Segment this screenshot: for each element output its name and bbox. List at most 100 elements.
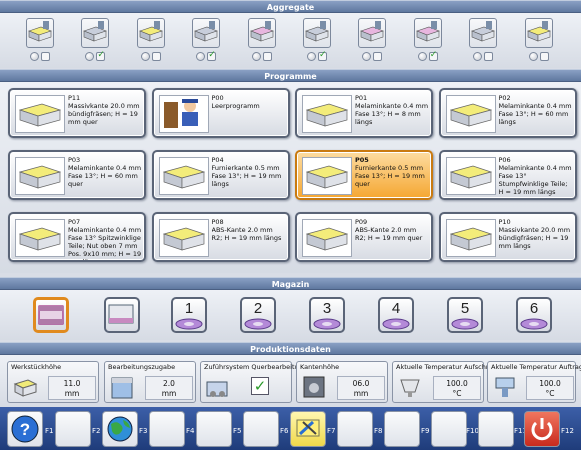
- aggregate-checkbox-6[interactable]: [318, 50, 327, 61]
- program-code: P05: [355, 156, 369, 164]
- aggregate-checkbox-3[interactable]: [151, 52, 161, 61]
- program-card-p06[interactable]: P06 Melaminkante 0.4 mm Fase 13° Stumpfwi…: [438, 150, 577, 200]
- program-card-p11[interactable]: P11 Massivkante 20.0 mm bündigfräsen; H =…: [8, 88, 146, 138]
- aggregate-checkbox-7[interactable]: [373, 52, 383, 61]
- aggregate-checkbox-10[interactable]: [539, 52, 549, 61]
- f8-button[interactable]: [337, 411, 373, 447]
- aggregate-tile-7[interactable]: [358, 18, 387, 48]
- program-code: P04: [211, 156, 224, 164]
- aggregate-checkbox-4[interactable]: [207, 50, 217, 61]
- program-card-p05[interactable]: P05 Furnierkante 0.5 mm Fase 13°; H = 19 …: [295, 150, 433, 200]
- globe-button[interactable]: [102, 411, 138, 447]
- program-card-p04[interactable]: P04 Furnierkante 0.5 mm Fase 13°; H = 19 …: [151, 150, 290, 200]
- tools-button[interactable]: [290, 411, 326, 447]
- program-image: [445, 157, 496, 195]
- workpiece-icon: [162, 165, 205, 189]
- aggregate-tile-10[interactable]: [524, 18, 553, 48]
- aggregate-tile-4[interactable]: [192, 18, 221, 48]
- glue-applicator-icon: [495, 377, 515, 397]
- aggregate-checkbox-5[interactable]: [262, 52, 272, 61]
- program-description: ABS-Kante 2.0 mm R2; H = 19 mm längs: [211, 226, 282, 242]
- program-text: P02 Melaminkante 0.4 mm Fase 13°; H = 60 …: [499, 94, 573, 136]
- program-card-p09[interactable]: P09 ABS-Kante 2.0 mm R2; H = 19 mm quer: [295, 212, 433, 262]
- aggregate-radio-1[interactable]: [30, 52, 39, 61]
- magazin-slot-edge[interactable]: [104, 297, 140, 333]
- program-description: Massivkante 20.0 mm bündigfräsen; H = 19…: [498, 226, 571, 250]
- magazin-roll-3[interactable]: 3: [309, 297, 345, 333]
- f6-button[interactable]: [243, 411, 279, 447]
- aggregate-radio-6[interactable]: [307, 52, 316, 61]
- f2-button[interactable]: [55, 411, 91, 447]
- werkstueckhoehe-value: 11.0: [63, 379, 81, 388]
- aggregate-radio-3[interactable]: [140, 52, 150, 61]
- program-text: P09 ABS-Kante 2.0 mm R2; H = 19 mm quer: [355, 218, 429, 260]
- werkstueckhoehe-panel: Werkstückhöhe 11.0 mm: [7, 361, 99, 403]
- aggregate-icon: [83, 21, 108, 42]
- werkstueckhoehe-field[interactable]: 11.0 mm: [48, 376, 96, 400]
- magazin-roll-2[interactable]: 2: [240, 297, 276, 333]
- zufuehrsystem-checkbox[interactable]: ✓: [251, 377, 269, 395]
- program-card-p03[interactable]: P03 Melaminkante 0.4 mm Fase 13°; H = 60 …: [8, 150, 146, 200]
- aggregate-tile-1[interactable]: [26, 18, 54, 48]
- aggregate-checkbox-2[interactable]: [96, 50, 106, 61]
- worker-icon: [163, 99, 198, 128]
- magazin-roll-5[interactable]: 5: [447, 297, 483, 333]
- f12-label: F12: [561, 427, 574, 435]
- f10-label: F10: [466, 427, 479, 435]
- programme-header: Programme: [0, 69, 581, 82]
- feed-system-icon: [206, 381, 228, 397]
- kantenhoehe-unit: mm: [353, 389, 369, 398]
- help-button[interactable]: ?: [7, 411, 43, 447]
- f5-button[interactable]: [196, 411, 232, 447]
- magazin-roll-6[interactable]: 6: [516, 297, 552, 333]
- program-card-p08[interactable]: P08 ABS-Kante 2.0 mm R2; H = 19 mm längs: [151, 212, 290, 262]
- aggregate-tile-2[interactable]: [81, 18, 110, 48]
- aggregate-icon: [305, 21, 329, 42]
- workpiece-icon: [18, 227, 62, 251]
- aggregate-checkbox-8[interactable]: [428, 50, 438, 61]
- program-description: Melaminkante 0.4 mm Fase 13° Stumpfwinkl…: [498, 164, 572, 196]
- program-card-p02[interactable]: P02 Melaminkante 0.4 mm Fase 13°; H = 60 …: [438, 88, 577, 138]
- program-card-p01[interactable]: P01 Melaminkante 0.4 mm Fase 13°; H = 8 m…: [295, 88, 433, 138]
- magazin-slot-selected[interactable]: [33, 297, 69, 333]
- aggregate-checkbox-9[interactable]: [484, 52, 494, 61]
- program-card-p07[interactable]: P07 Melaminkante 0.4 mm Fase 13° Spitzwin…: [8, 212, 146, 262]
- aggregate-radio-8[interactable]: [417, 52, 427, 61]
- aggregate-tile-6[interactable]: [303, 18, 331, 48]
- program-description: Massivkante 20.0 mm bündigfräsen; H = 19…: [68, 102, 140, 126]
- roll-number: 6: [529, 300, 539, 317]
- program-code: P11: [68, 94, 81, 102]
- f4-button[interactable]: [149, 411, 185, 447]
- kantenhoehe-field[interactable]: 06.0 mm: [337, 376, 385, 400]
- f11-button[interactable]: [478, 411, 514, 447]
- workpiece-icon: [305, 103, 349, 127]
- aggregate-radio-5[interactable]: [251, 52, 261, 61]
- program-image: [158, 219, 209, 257]
- power-button[interactable]: [524, 411, 560, 447]
- program-card-p00[interactable]: P00 Leerprogramm: [151, 88, 290, 138]
- edge-strip-icon: [38, 305, 64, 325]
- program-text: P06 Melaminkante 0.4 mm Fase 13° Stumpfwi…: [499, 156, 573, 198]
- f9-button[interactable]: [384, 411, 420, 447]
- aggregate-checkbox-1[interactable]: [41, 52, 50, 61]
- program-description: Melaminkante 0.4 mm Fase 13° Spitzwinkli…: [68, 226, 142, 260]
- aggregate-radio-10[interactable]: [528, 52, 538, 61]
- program-code: P08: [211, 218, 224, 226]
- aggregate-icon: [471, 21, 496, 42]
- magazin-roll-1[interactable]: 1: [171, 297, 207, 333]
- f5-label: F5: [233, 427, 242, 435]
- program-description: Melaminkante 0.4 mm Fase 13°; H = 60 mm …: [68, 164, 142, 188]
- help-icon: ?: [11, 415, 39, 443]
- magazin-header: Magazin: [0, 277, 581, 290]
- bearbeitungszugabe-field[interactable]: 2.0 mm: [145, 376, 193, 400]
- f9-label: F9: [421, 427, 430, 435]
- aggregate-tile-9[interactable]: [469, 18, 498, 48]
- aggregate-tile-5[interactable]: [247, 18, 276, 48]
- aggregate-tile-8[interactable]: [413, 18, 442, 48]
- f10-button[interactable]: [431, 411, 467, 447]
- program-text: P04 Furnierkante 0.5 mm Fase 13°; H = 19 …: [212, 156, 286, 198]
- magazin-roll-4[interactable]: 4: [378, 297, 414, 333]
- program-text: P05 Furnierkante 0.5 mm Fase 13°; H = 19 …: [355, 156, 429, 198]
- program-card-p10[interactable]: P10 Massivkante 20.0 mm bündigfräsen; H =…: [438, 212, 577, 262]
- aggregate-tile-3[interactable]: [136, 18, 165, 48]
